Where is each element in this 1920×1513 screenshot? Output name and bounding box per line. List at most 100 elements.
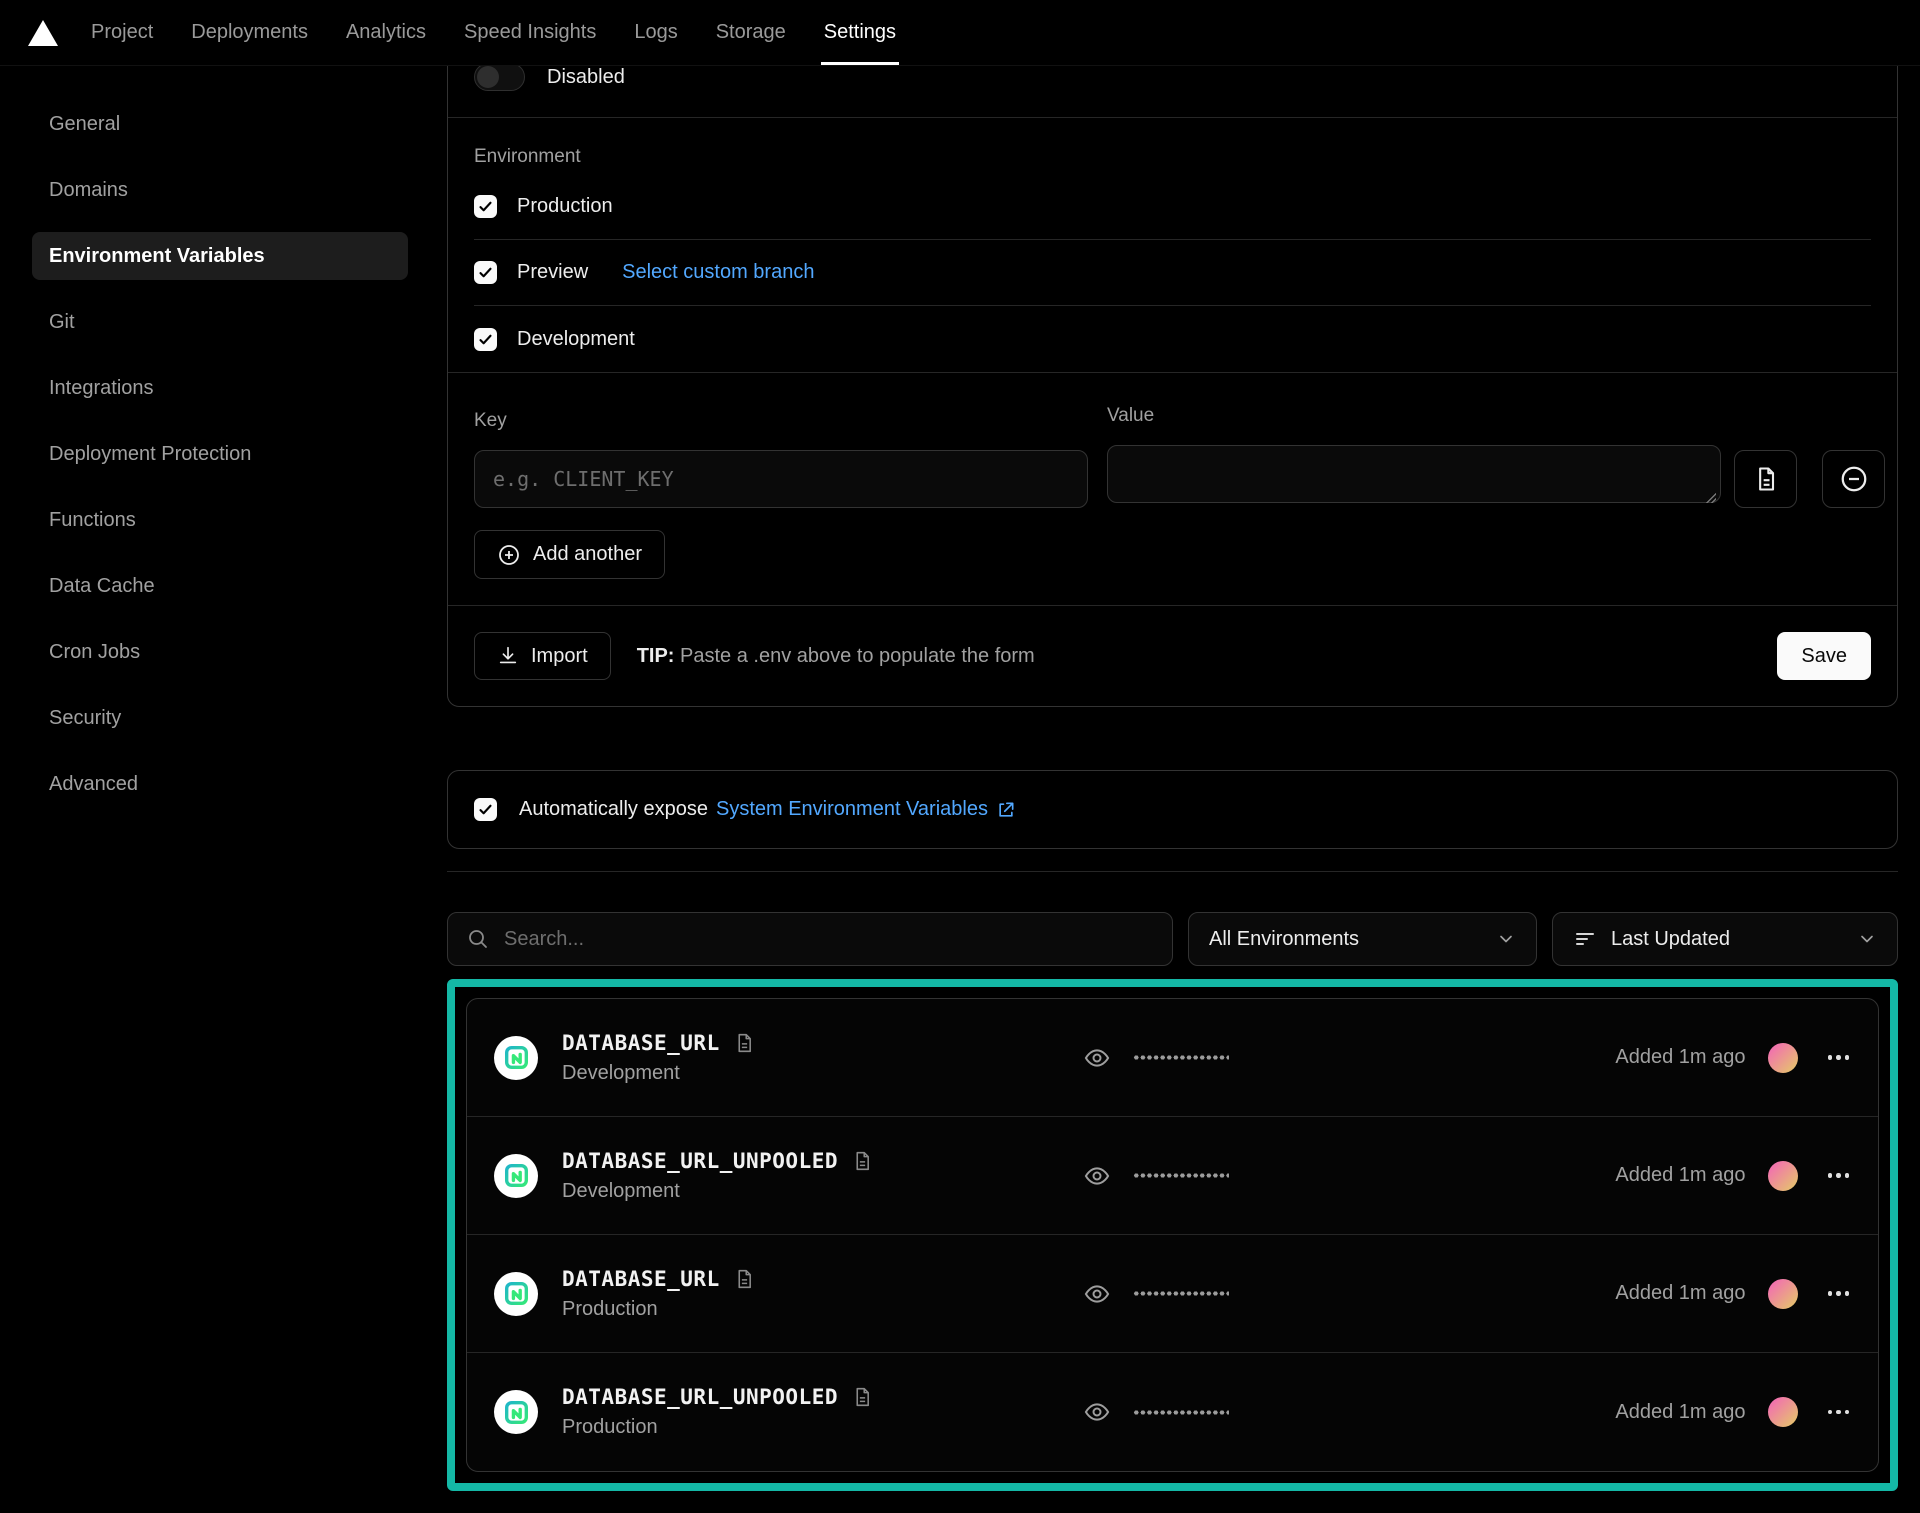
- sidebar-item[interactable]: Advanced: [32, 760, 408, 808]
- env-var-environment: Development: [562, 1180, 873, 1203]
- remove-row-button[interactable]: [1822, 450, 1885, 508]
- more-options-button[interactable]: [1826, 1285, 1852, 1302]
- filter-row: All Environments Last Updated: [447, 912, 1898, 966]
- expose-checkbox[interactable]: [474, 798, 497, 821]
- sidebar-item[interactable]: Security: [32, 694, 408, 742]
- environment-section: Environment Production Preview Select cu…: [448, 118, 1897, 372]
- nav-tab-label: Deployments: [191, 21, 308, 44]
- neon-integration-badge: [494, 1154, 538, 1198]
- sidebar-item[interactable]: Git: [32, 298, 408, 346]
- note-icon: [852, 1385, 873, 1409]
- sidebar-item[interactable]: Integrations: [32, 364, 408, 412]
- nav-tab[interactable]: Project: [72, 0, 172, 65]
- sidebar-item[interactable]: Functions: [32, 496, 408, 544]
- environment-checkbox-row: Development: [474, 306, 1871, 372]
- sidebar-item-label: Domains: [49, 179, 128, 202]
- neon-integration-badge: [494, 1272, 538, 1316]
- add-another-button[interactable]: Add another: [474, 530, 665, 579]
- nav-tab-label: Settings: [824, 21, 896, 44]
- plus-circle-icon: [497, 543, 521, 567]
- sidebar-item[interactable]: Domains: [32, 166, 408, 214]
- form-footer: Import TIP: Paste a .env above to popula…: [448, 606, 1897, 706]
- environment-checkbox-label: Development: [517, 328, 635, 351]
- note-icon: [734, 1031, 755, 1055]
- environment-filter-value: All Environments: [1209, 928, 1482, 951]
- added-timestamp: Added 1m ago: [1615, 1046, 1745, 1069]
- note-icon: [852, 1149, 873, 1173]
- search-box[interactable]: [447, 912, 1173, 966]
- main-content: Disabled Environment Production Preview …: [447, 66, 1898, 1491]
- save-button[interactable]: Save: [1777, 632, 1871, 680]
- eye-icon[interactable]: [1083, 1398, 1111, 1426]
- sidebar-item-label: Functions: [49, 509, 136, 532]
- masked-value: [1133, 1055, 1229, 1060]
- nav-tab-label: Logs: [634, 21, 677, 44]
- sidebar-item-label: Advanced: [49, 773, 138, 796]
- annotation-highlight-box: DATABASE_URL Development Added 1m ago: [447, 979, 1898, 1491]
- user-avatar: [1768, 1161, 1798, 1191]
- system-env-variables-link[interactable]: System Environment Variables: [716, 798, 1016, 821]
- more-options-button[interactable]: [1826, 1404, 1852, 1421]
- env-var-row: DATABASE_URL_UNPOOLED Production Added 1…: [467, 1353, 1878, 1471]
- check-icon: [478, 265, 493, 280]
- neon-logo-icon: [503, 1399, 530, 1426]
- environment-checkbox-label: Production: [517, 195, 613, 218]
- nav-tab[interactable]: Deployments: [172, 0, 327, 65]
- environment-filter-dropdown[interactable]: All Environments: [1188, 912, 1537, 966]
- masked-value: [1133, 1291, 1229, 1296]
- more-options-button[interactable]: [1826, 1167, 1852, 1184]
- nav-tab[interactable]: Storage: [697, 0, 805, 65]
- environment-checkbox[interactable]: [474, 195, 497, 218]
- sidebar-item[interactable]: Environment Variables: [32, 232, 408, 280]
- sidebar-item-label: Integrations: [49, 377, 154, 400]
- nav-tab[interactable]: Settings: [805, 0, 915, 65]
- minus-circle-icon: [1839, 464, 1869, 494]
- paste-env-button[interactable]: [1734, 450, 1797, 508]
- environment-checkbox-row: Production: [474, 174, 1871, 240]
- toggle-knob: [477, 66, 499, 88]
- nav-tab-label: Storage: [716, 21, 786, 44]
- sort-dropdown[interactable]: Last Updated: [1552, 912, 1898, 966]
- chevron-down-icon: [1496, 929, 1516, 949]
- env-var-key: DATABASE_URL: [562, 1267, 720, 1291]
- env-var-key: DATABASE_URL_UNPOOLED: [562, 1385, 838, 1409]
- more-options-icon: [1828, 1410, 1833, 1415]
- more-options-button[interactable]: [1826, 1049, 1852, 1066]
- more-options-icon: [1828, 1055, 1833, 1060]
- environment-checkbox[interactable]: [474, 328, 497, 351]
- key-input[interactable]: [474, 450, 1088, 508]
- select-custom-branch-link[interactable]: Select custom branch: [622, 261, 814, 284]
- nav-tab[interactable]: Analytics: [327, 0, 445, 65]
- sort-value: Last Updated: [1611, 928, 1843, 951]
- more-options-icon: [1828, 1173, 1833, 1178]
- sidebar-item[interactable]: Cron Jobs: [32, 628, 408, 676]
- user-avatar: [1768, 1043, 1798, 1073]
- check-icon: [478, 802, 493, 817]
- sidebar-item-label: Deployment Protection: [49, 443, 251, 466]
- value-input[interactable]: [1107, 445, 1721, 503]
- disabled-toggle[interactable]: [474, 63, 525, 91]
- env-var-environment: Production: [562, 1416, 873, 1439]
- nav-tab[interactable]: Speed Insights: [445, 0, 615, 65]
- env-var-environment: Production: [562, 1298, 755, 1321]
- import-button[interactable]: Import: [474, 632, 611, 680]
- sort-lines-icon: [1573, 927, 1597, 951]
- eye-icon[interactable]: [1083, 1162, 1111, 1190]
- eye-icon[interactable]: [1083, 1044, 1111, 1072]
- nav-tab[interactable]: Logs: [615, 0, 696, 65]
- sidebar-item[interactable]: Deployment Protection: [32, 430, 408, 478]
- search-icon: [466, 927, 490, 951]
- nav-tab-label: Speed Insights: [464, 21, 596, 44]
- download-icon: [497, 645, 519, 667]
- vercel-logo[interactable]: [0, 0, 72, 65]
- note-icon: [734, 1267, 755, 1291]
- sidebar-item[interactable]: Data Cache: [32, 562, 408, 610]
- env-var-key: DATABASE_URL_UNPOOLED: [562, 1149, 838, 1173]
- sidebar-item[interactable]: General: [32, 100, 408, 148]
- neon-logo-icon: [503, 1044, 530, 1071]
- search-input[interactable]: [504, 928, 1154, 951]
- env-var-row: DATABASE_URL Development Added 1m ago: [467, 999, 1878, 1117]
- eye-icon[interactable]: [1083, 1280, 1111, 1308]
- env-var-environment: Development: [562, 1062, 755, 1085]
- environment-checkbox[interactable]: [474, 261, 497, 284]
